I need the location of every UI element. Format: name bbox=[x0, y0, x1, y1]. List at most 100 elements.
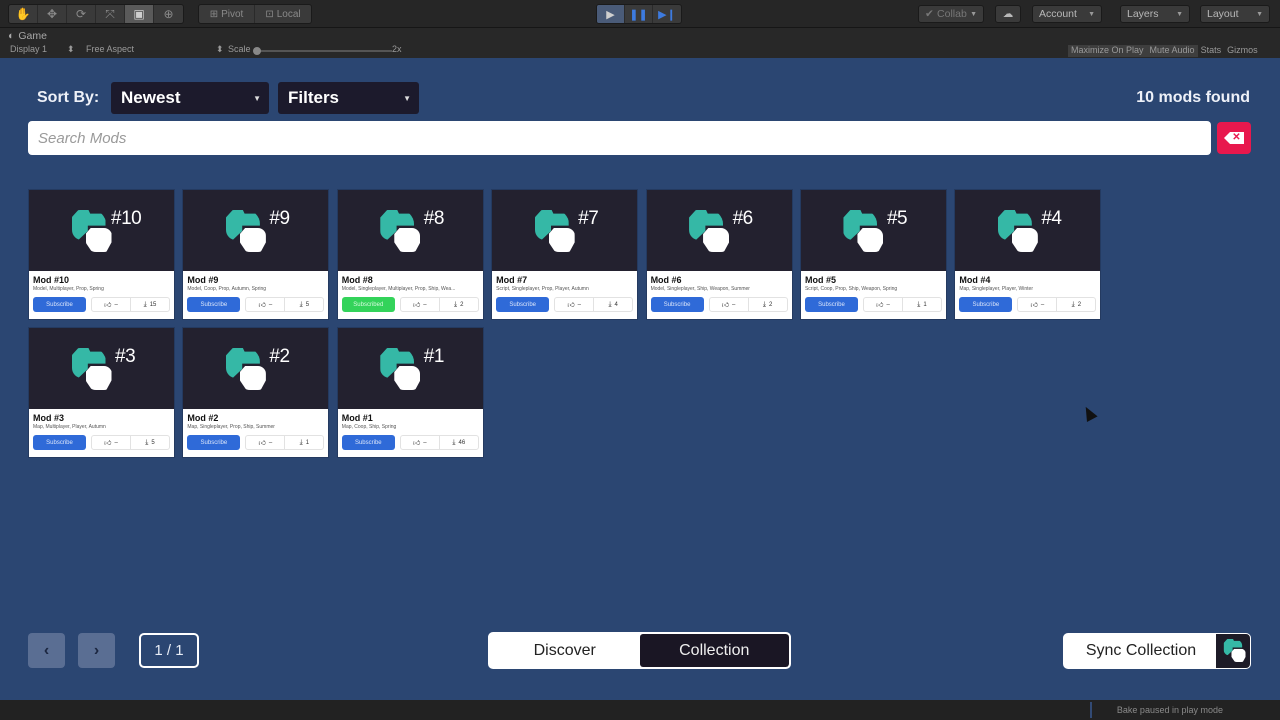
rect-tool-icon[interactable]: ▣ bbox=[125, 5, 154, 23]
sort-dropdown[interactable]: Newest ▼ bbox=[111, 82, 269, 114]
gizmos-dropdown[interactable]: Gizmos bbox=[1224, 45, 1261, 57]
mod-thumbnail[interactable]: #1 bbox=[337, 328, 483, 409]
clear-search-button[interactable]: ✕ bbox=[1217, 122, 1251, 154]
tab-collection[interactable]: Collection bbox=[639, 634, 789, 667]
subscribe-button[interactable]: Subscribe bbox=[804, 297, 858, 312]
pause-icon[interactable]: ❚❚ bbox=[625, 5, 653, 23]
download-icon: ⤓ bbox=[452, 438, 456, 446]
subscribe-button[interactable]: Subscribe bbox=[341, 435, 395, 450]
mod-card[interactable]: #3 Mod #3 Map, Multiplayer, Player, Autu… bbox=[28, 327, 175, 458]
aspect-dropdown[interactable]: Free Aspect bbox=[86, 44, 134, 54]
sync-label: Sync Collection bbox=[1085, 642, 1197, 659]
move-tool-icon[interactable]: ✥ bbox=[38, 5, 67, 23]
cloud-button[interactable]: ☁ bbox=[995, 5, 1021, 23]
local-button[interactable]: ⊡ Local bbox=[255, 5, 311, 23]
mod-card[interactable]: #4 Mod #4 Map, Singleplayer, Player, Win… bbox=[954, 189, 1102, 320]
mod-stats: 👍︎ – ⤓ 1 bbox=[862, 297, 942, 312]
mod-card[interactable]: #9 Mod #9 Model, Coop, Prop, Autumn, Spr… bbox=[182, 189, 330, 320]
layout-label: Layout bbox=[1207, 8, 1239, 20]
mod-badge: #6 bbox=[732, 208, 754, 229]
mod-title: Mod #2 bbox=[187, 413, 219, 423]
aspect-caret-icon: ⬍ bbox=[216, 44, 224, 54]
search-input[interactable] bbox=[28, 121, 1211, 155]
like-button[interactable]: 👍︎ – bbox=[92, 298, 130, 311]
layout-dropdown[interactable]: Layout ▼ bbox=[1200, 5, 1270, 23]
layers-dropdown[interactable]: Layers ▼ bbox=[1120, 5, 1190, 23]
mod-card[interactable]: #8 Mod #8 Model, Singleplayer, Multiplay… bbox=[336, 189, 484, 320]
stats-toggle[interactable]: Stats bbox=[1198, 45, 1225, 57]
thumbs-up-icon: 👍︎ bbox=[104, 440, 112, 447]
subscribe-button[interactable]: Subscribe bbox=[33, 297, 86, 312]
like-button[interactable]: 👍︎ – bbox=[864, 298, 902, 311]
hand-tool-icon[interactable]: ✋ bbox=[9, 5, 38, 23]
like-button[interactable]: 👍︎ – bbox=[401, 298, 439, 311]
account-dropdown[interactable]: Account ▼ bbox=[1032, 5, 1102, 23]
mod-card[interactable]: #2 Mod #2 Map, Singleplayer, Prop, Ship,… bbox=[182, 327, 330, 458]
collab-button[interactable]: ✔ Collab ▼ bbox=[918, 5, 984, 23]
pivot-icon: ⊞ bbox=[209, 8, 219, 20]
like-count: – bbox=[577, 301, 581, 308]
downloads-stat: ⤓ 1 bbox=[901, 298, 941, 311]
like-button[interactable]: 👍︎ – bbox=[246, 298, 284, 311]
chevron-right-icon: › bbox=[93, 641, 100, 659]
subscribe-button[interactable]: Subscribe bbox=[959, 297, 1013, 312]
mod-thumbnail[interactable]: #10 bbox=[29, 190, 174, 271]
mod-card[interactable]: #1 Mod #1 Map, Coop, Ship, Spring Subscr… bbox=[336, 327, 484, 458]
step-icon[interactable]: ▶❙ bbox=[653, 5, 681, 23]
mod-badge: #10 bbox=[111, 208, 142, 229]
download-icon: ⤓ bbox=[1071, 300, 1075, 308]
mod-thumbnail[interactable]: #3 bbox=[29, 328, 174, 409]
modio-logo-icon bbox=[997, 210, 1042, 254]
mod-badge: #1 bbox=[423, 346, 445, 367]
subscribe-button[interactable]: Subscribe bbox=[187, 435, 241, 450]
mod-thumbnail[interactable]: #7 bbox=[492, 190, 638, 271]
subscribe-button[interactable]: Subscribe bbox=[33, 435, 86, 450]
thumbs-up-icon: 👍︎ bbox=[104, 302, 112, 309]
mod-stats: 👍︎ – ⤓ 2 bbox=[1017, 297, 1097, 312]
transform-tool-icon[interactable]: ⊕ bbox=[154, 5, 183, 23]
mod-thumbnail[interactable]: #5 bbox=[800, 190, 946, 271]
subscribe-button[interactable]: Subscribe bbox=[650, 297, 704, 312]
subscribe-button[interactable]: Subscribe bbox=[496, 297, 550, 312]
mod-card[interactable]: #10 Mod #10 Model, Multiplayer, Prop, Sp… bbox=[28, 189, 175, 320]
local-icon: ⊡ bbox=[265, 8, 274, 20]
mod-thumbnail[interactable]: #2 bbox=[183, 328, 329, 409]
mod-card[interactable]: #6 Mod #6 Model, Singleplayer, Ship, Wea… bbox=[645, 189, 793, 320]
like-button[interactable]: 👍︎ – bbox=[246, 436, 284, 449]
pivot-button[interactable]: ⊞ Pivot bbox=[199, 5, 256, 23]
maximize-on-play-toggle[interactable]: Maximize On Play bbox=[1068, 45, 1147, 57]
mod-card[interactable]: #7 Mod #7 Script, Singleplayer, Prop, Pl… bbox=[491, 189, 639, 320]
prev-page-button[interactable]: ‹ bbox=[28, 633, 65, 668]
like-count: – bbox=[732, 301, 736, 308]
scale-slider-handle[interactable] bbox=[253, 47, 261, 55]
like-button[interactable]: 👍︎ – bbox=[710, 298, 748, 311]
like-button[interactable]: 👍︎ – bbox=[555, 298, 593, 311]
mod-thumbnail[interactable]: #4 bbox=[955, 190, 1101, 271]
subscribe-button[interactable]: Subscribe bbox=[187, 297, 241, 312]
like-button[interactable]: 👍︎ – bbox=[401, 436, 439, 449]
mod-card[interactable]: #5 Mod #5 Script, Coop, Prop, Ship, Weap… bbox=[799, 189, 947, 320]
mod-thumbnail[interactable]: #6 bbox=[646, 190, 792, 271]
modio-logo-icon bbox=[225, 210, 270, 254]
display-dropdown[interactable]: Display 1 bbox=[10, 44, 47, 54]
sync-collection-button[interactable]: Sync Collection bbox=[1063, 633, 1251, 669]
like-button[interactable]: 👍︎ – bbox=[1018, 298, 1056, 311]
game-tab[interactable]: ◐ Game bbox=[8, 30, 47, 42]
like-button[interactable]: 👍︎ – bbox=[92, 436, 130, 449]
subscribe-button[interactable]: Subscribed bbox=[341, 297, 395, 312]
tab-discover[interactable]: Discover bbox=[490, 634, 640, 667]
mod-thumbnail[interactable]: #8 bbox=[337, 190, 483, 271]
filters-dropdown[interactable]: Filters ▼ bbox=[278, 82, 419, 114]
download-icon: ⤓ bbox=[608, 300, 612, 308]
next-page-button[interactable]: › bbox=[78, 633, 115, 668]
mute-audio-toggle[interactable]: Mute Audio bbox=[1146, 45, 1198, 57]
rotate-tool-icon[interactable]: ⟳ bbox=[67, 5, 96, 23]
download-icon: ⤓ bbox=[299, 438, 303, 446]
play-controls: ▶ ❚❚ ▶❙ bbox=[596, 4, 682, 24]
mod-thumbnail[interactable]: #9 bbox=[183, 190, 329, 271]
scale-tool-icon[interactable]: ⤧ bbox=[96, 5, 125, 23]
scale-slider[interactable] bbox=[254, 50, 392, 52]
like-count: – bbox=[268, 439, 273, 446]
mod-badge: #7 bbox=[578, 208, 599, 229]
play-icon[interactable]: ▶ bbox=[597, 5, 625, 23]
